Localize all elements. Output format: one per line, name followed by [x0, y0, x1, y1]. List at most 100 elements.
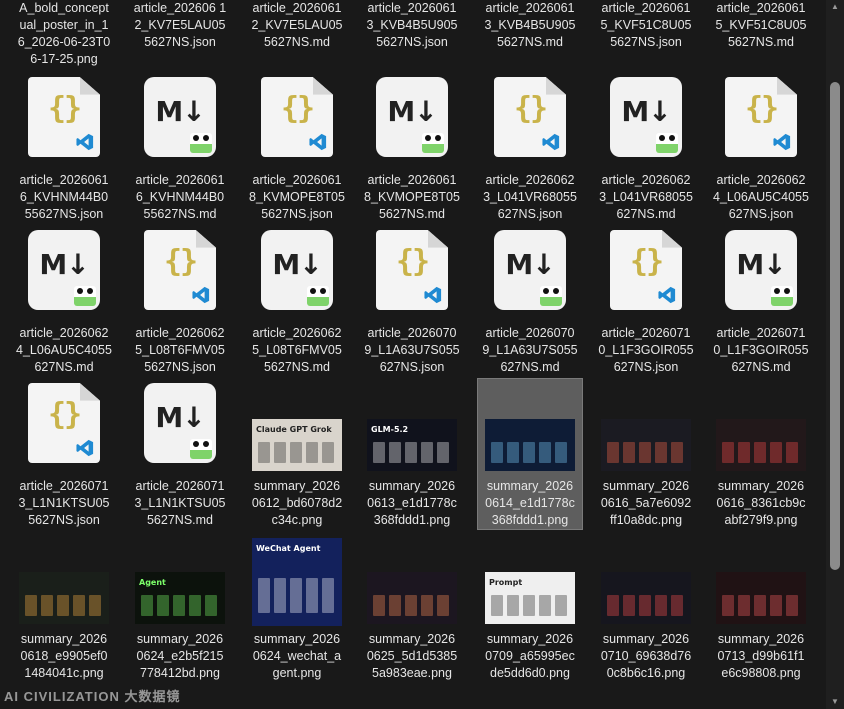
file-name-label: article_2026071 3_L1N1KTSU05 5627NS.md — [134, 479, 226, 527]
file-name-label: summary_2026 0618_e9905ef0 1484041c.png — [20, 632, 108, 680]
file-item[interactable]: M↓ article_2026071 3_L1N1KTSU05 5627NS.md — [128, 379, 232, 529]
file-item[interactable]: summary_2026 0710_69638d76 0c8b6c16.png — [594, 532, 698, 682]
file-item[interactable]: M↓ article_2026071 0_L1F3GOIR055 627NS.md — [709, 226, 813, 376]
image-thumbnail: Prompt — [485, 572, 575, 624]
file-name-label: article_2026061 2_KV7E5LAU05 5627NS.md — [251, 1, 343, 49]
file-name-label: article_2026071 3_L1N1KTSU05 5627NS.json — [18, 479, 110, 527]
file-name-label: summary_2026 0710_69638d76 0c8b6c16.png — [600, 632, 692, 680]
file-item[interactable]: {} article_2026061 8_KVMOPE8T05 5627NS.js… — [245, 73, 349, 223]
file-item[interactable]: WeChat Agent summary_2026 0624_wechat_a g… — [245, 532, 349, 682]
file-item[interactable]: Agent summary_2026 0624_e2b5f215 778412bd… — [128, 532, 232, 682]
file-item[interactable]: summary_2026 0616_5a7e6092 ff10a8dc.png — [594, 379, 698, 529]
file-name-label: article_2026070 9_L1A63U7S055 627NS.md — [482, 326, 578, 374]
json-file-icon: {} — [725, 77, 797, 157]
json-file-icon: {} — [376, 230, 448, 310]
markdown-file-icon: M↓ — [261, 230, 333, 310]
file-name-label: article_2026071 0_L1F3GOIR055 627NS.md — [713, 326, 809, 374]
file-name-label: summary_2026 0713_d99b61f1 e6c98808.png — [717, 632, 805, 680]
file-item[interactable]: M↓ article_2026062 4_L06AU5C4055 627NS.md — [12, 226, 116, 376]
file-name-label: article_2026062 4_L06AU5C4055 627NS.json — [713, 173, 809, 221]
file-item[interactable]: summary_2026 0618_e9905ef0 1484041c.png — [12, 532, 116, 682]
file-name-label: article_2026061 3_KVB4B5U905 5627NS.json — [366, 1, 458, 49]
json-file-icon: {} — [261, 77, 333, 157]
file-item[interactable]: {} article_2026071 3_L1N1KTSU05 5627NS.js… — [12, 379, 116, 529]
json-file-icon: {} — [28, 77, 100, 157]
image-thumbnail — [367, 572, 457, 624]
file-name-label: article_2026061 5_KVF51C8U05 5627NS.md — [715, 1, 807, 49]
file-item[interactable]: summary_2026 0713_d99b61f1 e6c98808.png — [709, 532, 813, 682]
file-name-label: summary_2026 0612_bd6078d2 c34c.png — [251, 479, 343, 527]
file-item[interactable]: summary_2026 0625_5d1d5385 5a983eae.png — [360, 532, 464, 682]
file-item[interactable]: summary_2026 0616_8361cb9c abf279f9.png — [709, 379, 813, 529]
file-item[interactable]: Claude GPT Grok summary_2026 0612_bd6078d… — [245, 379, 349, 529]
file-name-label: summary_2026 0614_e1d1778c 368fddd1.png — [485, 479, 575, 527]
file-item[interactable]: {} article_2026061 6_KVHNM44B0 55627NS.js… — [12, 73, 116, 223]
thumbnail-caption: Prompt — [489, 578, 523, 587]
image-thumbnail — [19, 572, 109, 624]
file-name-label: summary_2026 0624_e2b5f215 778412bd.png — [136, 632, 224, 680]
file-item[interactable]: M↓ article_2026062 5_L08T6FMV05 5627NS.md — [245, 226, 349, 376]
thumbnail-caption: Agent — [139, 578, 166, 587]
vertical-scrollbar[interactable]: ▲ ▼ — [826, 0, 844, 709]
image-thumbnail: GLM-5.2 — [367, 419, 457, 471]
markdown-file-icon: M↓ — [725, 230, 797, 310]
file-name-label: article_2026061 6_KVHNM44B0 55627NS.json — [19, 173, 109, 221]
scroll-down-icon[interactable]: ▼ — [826, 695, 844, 709]
file-item[interactable]: {} article_2026071 0_L1F3GOIR055 627NS.js… — [594, 226, 698, 376]
file-name-label: article_2026062 5_L08T6FMV05 5627NS.md — [252, 326, 342, 374]
markdown-file-icon: M↓ — [494, 230, 566, 310]
file-item[interactable]: Prompt summary_2026 0709_a65995ec de5dd6d… — [478, 532, 582, 682]
markdown-file-icon: M↓ — [28, 230, 100, 310]
file-item[interactable]: M↓ article_2026070 9_L1A63U7S055 627NS.md — [478, 226, 582, 376]
file-name-label: article_2026062 3_L041VR68055 627NS.md — [599, 173, 693, 221]
file-name-label: article_2026061 8_KVMOPE8T05 5627NS.json — [249, 173, 345, 221]
file-item[interactable]: summary_2026 0614_e1d1778c 368fddd1.png — [477, 378, 583, 530]
file-name-label: article_2026071 0_L1F3GOIR055 627NS.json — [598, 326, 694, 374]
image-thumbnail: Agent — [135, 572, 225, 624]
file-name-label: summary_2026 0625_5d1d5385 5a983eae.png — [366, 632, 458, 680]
file-name-label: article_202606 1 2_KV7E5LAU05 5627NS.jso… — [133, 1, 227, 49]
file-item[interactable]: {} article_2026062 3_L041VR68055 627NS.js… — [478, 73, 582, 223]
markdown-file-icon: M↓ — [610, 77, 682, 157]
file-item[interactable]: M↓ article_2026062 3_L041VR68055 627NS.md — [594, 73, 698, 223]
file-name-label: article_2026061 8_KVMOPE8T05 5627NS.md — [364, 173, 460, 221]
image-thumbnail — [716, 419, 806, 471]
file-name-label: summary_2026 0624_wechat_a gent.png — [252, 632, 342, 680]
file-name-label: A_bold_concept ual_poster_in_1 6_2026-06… — [17, 1, 111, 66]
markdown-file-icon: M↓ — [376, 77, 448, 157]
file-name-label: article_2026061 6_KVHNM44B0 55627NS.md — [135, 173, 225, 221]
scroll-thumb[interactable] — [830, 82, 840, 570]
image-thumbnail — [716, 572, 806, 624]
file-name-label: article_2026061 5_KVF51C8U05 5627NS.json — [600, 1, 692, 49]
file-name-label: article_2026062 3_L041VR68055 627NS.json — [483, 173, 577, 221]
file-item[interactable]: {} article_2026070 9_L1A63U7S055 627NS.js… — [360, 226, 464, 376]
file-name-label: summary_2026 0616_8361cb9c abf279f9.png — [716, 479, 806, 527]
file-name-label: summary_2026 0616_5a7e6092 ff10a8dc.png — [600, 479, 692, 527]
file-item[interactable]: GLM-5.2 summary_2026 0613_e1d1778c 368fdd… — [360, 379, 464, 529]
file-name-label: article_2026062 4_L06AU5C4055 627NS.md — [16, 326, 112, 374]
watermark: AI CIVILIZATION 大数据镜 — [4, 689, 181, 704]
json-file-icon: {} — [28, 383, 100, 463]
file-item[interactable]: {} article_2026062 5_L08T6FMV05 5627NS.js… — [128, 226, 232, 376]
file-name-label: summary_2026 0613_e1d1778c 368fddd1.png — [367, 479, 457, 527]
json-file-icon: {} — [610, 230, 682, 310]
file-name-label: article_2026061 3_KVB4B5U905 5627NS.md — [484, 1, 576, 49]
thumbnail-caption: GLM-5.2 — [371, 425, 409, 434]
image-thumbnail — [485, 419, 575, 471]
image-thumbnail: WeChat Agent — [252, 538, 342, 626]
file-name-label: article_2026070 9_L1A63U7S055 627NS.json — [364, 326, 460, 374]
json-file-icon: {} — [494, 77, 566, 157]
image-thumbnail: Claude GPT Grok — [252, 419, 342, 471]
json-file-icon: {} — [144, 230, 216, 310]
file-item[interactable]: M↓ article_2026061 6_KVHNM44B0 55627NS.md — [128, 73, 232, 223]
image-thumbnail — [601, 572, 691, 624]
markdown-file-icon: M↓ — [144, 77, 216, 157]
file-name-label: summary_2026 0709_a65995ec de5dd6d0.png — [485, 632, 575, 680]
file-name-label: article_2026062 5_L08T6FMV05 5627NS.json — [135, 326, 225, 374]
file-item[interactable]: {} article_2026062 4_L06AU5C4055 627NS.js… — [709, 73, 813, 223]
scroll-up-icon[interactable]: ▲ — [826, 0, 844, 14]
file-grid: A_bold_concept ual_poster_in_1 6_2026-06… — [0, 0, 826, 709]
thumbnail-caption: WeChat Agent — [256, 544, 321, 553]
markdown-file-icon: M↓ — [144, 383, 216, 463]
file-item[interactable]: M↓ article_2026061 8_KVMOPE8T05 5627NS.md — [360, 73, 464, 223]
